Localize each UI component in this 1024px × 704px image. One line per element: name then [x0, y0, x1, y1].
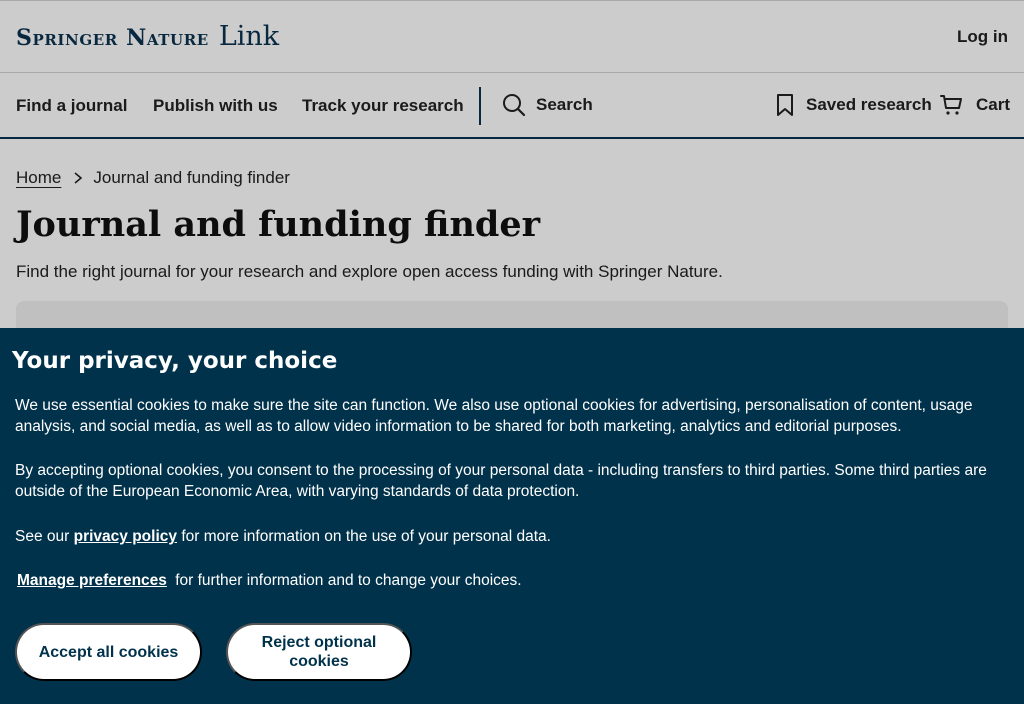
nav-find-journal[interactable]: Find a journal: [16, 96, 127, 116]
cookie-paragraph-2: By accepting optional cookies, you conse…: [15, 462, 987, 500]
bookmark-icon: [776, 93, 794, 117]
logo-product: Link: [218, 21, 280, 52]
accept-all-cookies-button[interactable]: Accept all cookies: [15, 623, 202, 681]
manage-preferences-suffix: for further information and to change yo…: [175, 572, 522, 589]
nav-search-button[interactable]: Search: [502, 93, 593, 117]
cookie-paragraph-3: See our privacy policy for more informat…: [15, 526, 1005, 547]
nav-track-research[interactable]: Track your research: [302, 96, 464, 116]
site-header: Springer Nature Link Log in: [0, 0, 1024, 73]
cookie-banner: Your privacy, your choice We use essenti…: [0, 328, 1024, 704]
springer-nature-link-logo[interactable]: Springer Nature Link: [16, 21, 279, 52]
login-link[interactable]: Log in: [957, 27, 1008, 47]
breadcrumb: Home Journal and funding finder: [16, 168, 290, 188]
nav-saved-research[interactable]: Saved research: [776, 93, 932, 117]
reject-optional-cookies-button[interactable]: Reject optional cookies: [226, 623, 412, 681]
cookie-p3-suffix: for more information on the use of your …: [181, 528, 551, 545]
breadcrumb-home[interactable]: Home: [16, 168, 61, 188]
nav-cart[interactable]: Cart: [940, 93, 1010, 117]
logo-brand: Springer Nature: [16, 25, 209, 51]
nav-cart-label: Cart: [976, 95, 1011, 114]
nav-divider: [479, 87, 481, 125]
nav-search-label: Search: [536, 95, 593, 114]
manage-preferences-row: Manage preferences for further informati…: [17, 572, 522, 590]
page-description: Find the right journal for your research…: [16, 262, 723, 281]
main-nav: Find a journal Publish with us Track you…: [0, 73, 1024, 139]
nav-saved-label: Saved research: [806, 95, 932, 114]
cart-icon: [940, 93, 964, 117]
privacy-policy-link[interactable]: privacy policy: [74, 528, 177, 545]
cookie-paragraph-1: We use essential cookies to make sure th…: [15, 397, 973, 435]
cookie-p3-prefix: See our: [15, 528, 70, 545]
cookie-title: Your privacy, your choice: [12, 348, 338, 374]
nav-publish[interactable]: Publish with us: [153, 96, 278, 116]
breadcrumb-current: Journal and funding finder: [93, 168, 290, 187]
page-title: Journal and funding finder: [16, 204, 541, 245]
search-icon: [502, 93, 526, 117]
manage-preferences-link[interactable]: Manage preferences: [17, 572, 167, 589]
chevron-right-icon: [73, 171, 83, 185]
